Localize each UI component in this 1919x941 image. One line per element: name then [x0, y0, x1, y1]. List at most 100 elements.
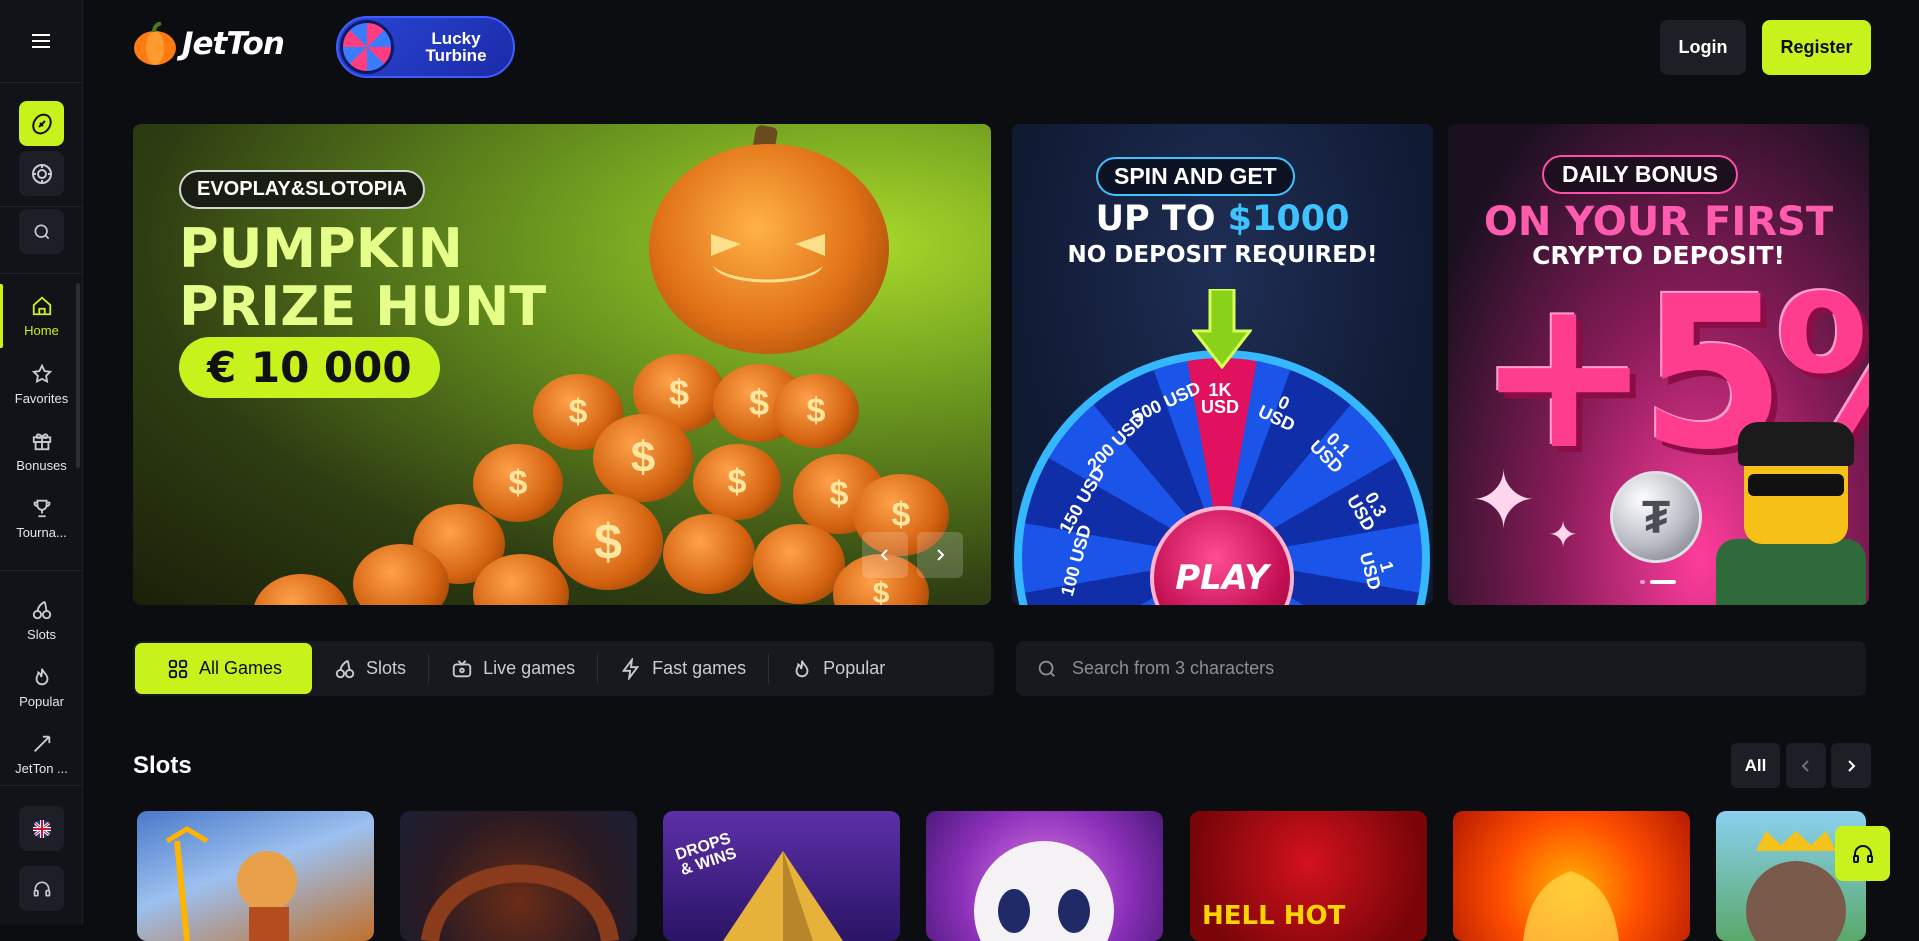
- tab-label: Popular: [823, 658, 886, 678]
- cherries-icon: [335, 659, 355, 678]
- sidebar-item-home[interactable]: Home: [0, 284, 83, 348]
- game-category-tabs: All Games Slots Live games Fast games Po…: [133, 641, 994, 696]
- chevron-right-icon: [1848, 759, 1856, 772]
- sidebar-item-label: Slots: [27, 626, 56, 642]
- game-title: HELL HOT: [1202, 901, 1346, 931]
- sidebar-item-slots[interactable]: Slots: [0, 588, 83, 652]
- sidebar-item-label: Tourna...: [16, 524, 67, 540]
- hamburger-icon: [31, 34, 50, 48]
- game-card[interactable]: [1453, 811, 1690, 941]
- sidebar-item-tournaments[interactable]: Tourna...: [0, 486, 83, 550]
- star-icon: [31, 363, 52, 383]
- tab-live-games[interactable]: Live games: [429, 643, 597, 694]
- pumpkin-logo-icon: [134, 22, 176, 65]
- game-card[interactable]: HELL HOT: [1190, 811, 1427, 941]
- tether-coin-icon: ₮: [1610, 471, 1702, 563]
- game-thumbnail: [421, 864, 619, 941]
- banner-tag: SPIN AND GET: [1096, 157, 1295, 196]
- sidebar-support-button[interactable]: [19, 866, 64, 911]
- game-search-box: [1016, 641, 1866, 696]
- jack-o-lantern-face: [711, 234, 825, 283]
- slots-next-button[interactable]: [1831, 743, 1871, 788]
- carousel-dot-active[interactable]: [1650, 580, 1676, 584]
- sidebar-item-jetton[interactable]: JetTon ...: [0, 722, 83, 786]
- sidebar-item-label: Favorites: [14, 390, 69, 406]
- banner-subline: NO DEPOSIT REQUIRED!: [1067, 242, 1378, 268]
- lightning-icon: [621, 657, 640, 680]
- banner-daily-bonus[interactable]: +5% ✦ ✦ ₮ DAILY BONUS ON YOUR FIRST CRYP…: [1448, 124, 1869, 605]
- sidebar-item-label: Bonuses: [16, 457, 67, 473]
- gift-icon: [32, 433, 51, 450]
- banner-pumpkin-prize-hunt[interactable]: $ $ $ $ $ $ $ $ $ $ $ EVOPLAY&SLOTOPIA P…: [133, 124, 991, 605]
- banner-tag: DAILY BONUS: [1542, 155, 1738, 194]
- sidebar-item-popular[interactable]: Popular: [0, 655, 83, 719]
- arrow-down-icon: [1192, 289, 1252, 369]
- flame-icon: [35, 667, 48, 685]
- sunglasses-icon: [1748, 474, 1844, 496]
- sidebar-item-favorites[interactable]: Favorites: [0, 352, 83, 416]
- flame-icon: [795, 659, 809, 677]
- tab-popular[interactable]: Popular: [769, 643, 907, 694]
- language-button[interactable]: [19, 806, 64, 851]
- trophy-icon: [33, 499, 50, 517]
- banner-headline: UP TO $1000: [1095, 199, 1350, 239]
- sidebar: Home Favorites Bonuses Tourna... Slots P…: [0, 0, 83, 925]
- tab-slots[interactable]: Slots: [312, 643, 428, 694]
- carousel-dots: [1640, 580, 1676, 584]
- logo[interactable]: JetTon: [132, 20, 285, 68]
- lucky-turbine-label: Lucky Turbine: [425, 29, 487, 65]
- turbine-wheel-icon: [340, 20, 394, 74]
- sidebar-item-label: JetTon ...: [15, 760, 68, 776]
- sidebar-scrollbar[interactable]: [76, 283, 80, 468]
- chevron-left-icon: [1801, 759, 1809, 772]
- wheel-segment: 1K USD: [1200, 380, 1239, 417]
- search-icon: [1038, 660, 1055, 677]
- headset-icon: [33, 881, 50, 896]
- game-card[interactable]: [137, 811, 374, 941]
- sidebar-search-button[interactable]: [19, 209, 64, 254]
- banner-headline: ON YOUR FIRST: [1483, 199, 1834, 245]
- rocket-icon: [33, 735, 50, 752]
- register-button[interactable]: Register: [1762, 20, 1871, 75]
- tv-icon: [452, 659, 472, 677]
- game-thumbnail: [723, 851, 843, 941]
- banner-tag: EVOPLAY&SLOTOPIA: [179, 170, 426, 209]
- chip-icon: [31, 163, 52, 184]
- uk-flag-icon: [32, 819, 51, 838]
- chevron-left-icon: [880, 549, 888, 561]
- sport-toggle-button[interactable]: [19, 101, 64, 146]
- game-card[interactable]: [926, 811, 1163, 941]
- support-chat-button[interactable]: [1835, 826, 1890, 881]
- tab-label: All Games: [199, 658, 283, 678]
- tab-all-games[interactable]: All Games: [135, 643, 313, 694]
- sparkle-icon: ✦: [1548, 514, 1579, 555]
- search-icon: [34, 224, 49, 239]
- banner-prev-button[interactable]: [862, 532, 908, 578]
- slots-all-button[interactable]: All: [1731, 743, 1780, 788]
- game-card[interactable]: [400, 811, 637, 941]
- section-title-slots: Slots: [133, 752, 192, 779]
- carousel-dot[interactable]: [1640, 580, 1645, 584]
- login-button[interactable]: Login: [1660, 20, 1746, 75]
- game-thumbnail: [974, 841, 1114, 941]
- banner-title: PUMPKIN PRIZE HUNT: [179, 217, 547, 338]
- banner-next-button[interactable]: [917, 532, 963, 578]
- lucky-turbine-badge[interactable]: Lucky Turbine: [336, 16, 515, 78]
- game-search-input[interactable]: [1072, 658, 1772, 679]
- casino-toggle-button[interactable]: [19, 151, 64, 196]
- menu-button[interactable]: [0, 0, 83, 83]
- tab-fast-games[interactable]: Fast games: [598, 643, 768, 694]
- sidebar-item-label: Popular: [19, 693, 64, 709]
- banner-spin-and-get[interactable]: 100 USD 150 USD 200 USD 500 USD 1K USD 0…: [1012, 124, 1433, 605]
- game-thumbnail: [1523, 871, 1619, 941]
- game-card[interactable]: DROPS & WINS: [663, 811, 900, 941]
- tab-label: Slots: [366, 658, 407, 678]
- slots-prev-button[interactable]: [1786, 743, 1826, 788]
- chevron-right-icon: [937, 549, 945, 561]
- logo-text: JetTon: [182, 26, 285, 62]
- tab-label: Fast games: [652, 658, 747, 678]
- tab-label: Live games: [483, 658, 576, 678]
- sidebar-item-label: Home: [24, 322, 59, 338]
- headset-icon: [1852, 844, 1873, 863]
- sidebar-item-bonuses[interactable]: Bonuses: [0, 419, 83, 483]
